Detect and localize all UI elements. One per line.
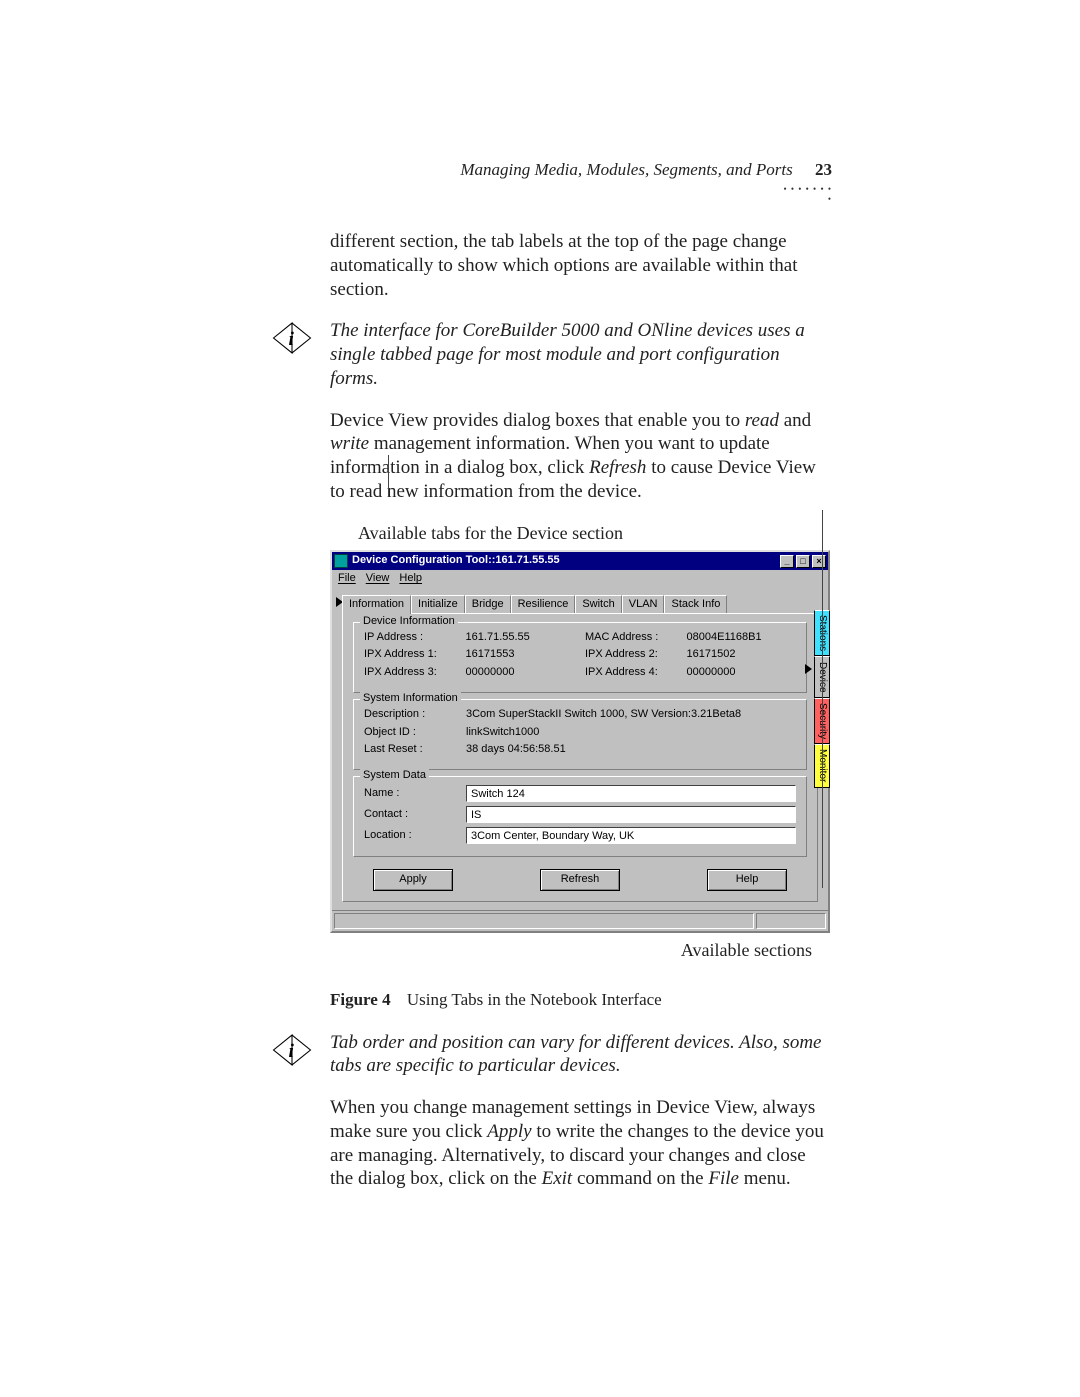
info-icon: i (270, 1033, 314, 1067)
ipx4-value: 00000000 (687, 666, 796, 680)
menu-help[interactable]: Help (399, 572, 422, 586)
status-cell (334, 913, 754, 929)
close-button[interactable]: × (812, 555, 826, 568)
reset-label: Last Reset : (364, 743, 456, 757)
system-info-group: System Information Description : 3Com Su… (353, 699, 807, 770)
device-config-dialog: Device Configuration Tool::161.71.55.55 … (330, 550, 830, 933)
contact-label: Contact : (364, 808, 456, 822)
running-header: Managing Media, Modules, Segments, and P… (460, 160, 832, 180)
info-icon: i (270, 321, 314, 355)
note-corebuilder: i The interface for CoreBuilder 5000 and… (330, 319, 828, 390)
menu-view[interactable]: View (366, 572, 390, 586)
mac-value: 08004E1168B1 (687, 631, 796, 645)
status-bar (332, 910, 828, 931)
app-icon (334, 554, 348, 568)
tab-initialize[interactable]: Initialize (411, 595, 465, 614)
system-info-legend: System Information (360, 692, 461, 706)
figure-caption: Figure 4 Using Tabs in the Notebook Inte… (330, 989, 828, 1010)
running-title: Managing Media, Modules, Segments, and P… (460, 160, 792, 179)
mac-label: MAC Address : (585, 631, 677, 645)
desc-label: Description : (364, 708, 456, 722)
system-data-group: System Data Name : Switch 124 Contact : … (353, 776, 807, 857)
ipx3-value: 00000000 (466, 666, 575, 680)
tab-row: Information Initialize Bridge Resilience… (342, 594, 818, 613)
figure-title: Using Tabs in the Notebook Interface (407, 990, 662, 1009)
device-view-paragraph: Device View provides dialog boxes that e… (330, 409, 828, 504)
page-number: 23 (815, 160, 832, 179)
tab-switch[interactable]: Switch (575, 595, 621, 614)
ip-label: IP Address : (364, 631, 456, 645)
status-cell-small (756, 913, 826, 929)
svg-text:i: i (288, 1041, 294, 1062)
obj-value: linkSwitch1000 (466, 726, 796, 740)
svg-text:i: i (288, 329, 294, 350)
ipx4-label: IPX Address 4: (585, 666, 677, 680)
system-data-legend: System Data (360, 769, 429, 783)
menu-file[interactable]: File (338, 572, 356, 586)
tab-panel: Device Information IP Address : 161.71.5… (342, 613, 818, 902)
obj-label: Object ID : (364, 726, 456, 740)
location-label: Location : (364, 829, 456, 843)
refresh-button[interactable]: Refresh (540, 869, 620, 891)
figure-number: Figure 4 (330, 990, 391, 1009)
reset-value: 38 days 04:56:58.51 (466, 743, 796, 757)
tab-resilience[interactable]: Resilience (511, 595, 576, 614)
menubar: File View Help (332, 570, 828, 588)
name-input[interactable]: Switch 124 (466, 785, 796, 802)
tab-bridge[interactable]: Bridge (465, 595, 511, 614)
minimize-button[interactable]: _ (780, 555, 794, 568)
tab-information[interactable]: Information (342, 595, 411, 614)
window-title: Device Configuration Tool::161.71.55.55 (352, 554, 778, 568)
apply-button[interactable]: Apply (373, 869, 453, 891)
callout-leader-tabs (388, 455, 389, 497)
available-tabs-caption: Available tabs for the Device section (358, 522, 828, 545)
location-input[interactable]: 3Com Center, Boundary Way, UK (466, 827, 796, 844)
dotted-rule: • • • • • • • • (782, 184, 832, 192)
help-button[interactable]: Help (707, 869, 787, 891)
device-info-group: Device Information IP Address : 161.71.5… (353, 622, 807, 693)
ipx1-value: 16171553 (466, 648, 575, 662)
note-taborder: i Tab order and position can vary for di… (330, 1031, 828, 1079)
apply-paragraph: When you change management settings in D… (330, 1096, 828, 1191)
ipx2-label: IPX Address 2: (585, 648, 677, 662)
ipx1-label: IPX Address 1: (364, 648, 456, 662)
ipx3-label: IPX Address 3: (364, 666, 456, 680)
ipx2-value: 16171502 (687, 648, 796, 662)
contact-input[interactable]: IS (466, 806, 796, 823)
device-info-legend: Device Information (360, 615, 458, 629)
tab-stack-info[interactable]: Stack Info (664, 595, 727, 614)
desc-value: 3Com SuperStackII Switch 1000, SW Versio… (466, 708, 796, 722)
continuation-paragraph: different section, the tab labels at the… (330, 230, 828, 301)
callout-leader-sections (822, 510, 823, 888)
titlebar[interactable]: Device Configuration Tool::161.71.55.55 … (332, 552, 828, 570)
available-sections-caption: Available sections (330, 939, 812, 962)
tab-vlan[interactable]: VLAN (622, 595, 665, 614)
section-pointer-icon (805, 664, 812, 674)
ip-value: 161.71.55.55 (466, 631, 575, 645)
maximize-button[interactable]: □ (796, 555, 810, 568)
name-label: Name : (364, 787, 456, 801)
